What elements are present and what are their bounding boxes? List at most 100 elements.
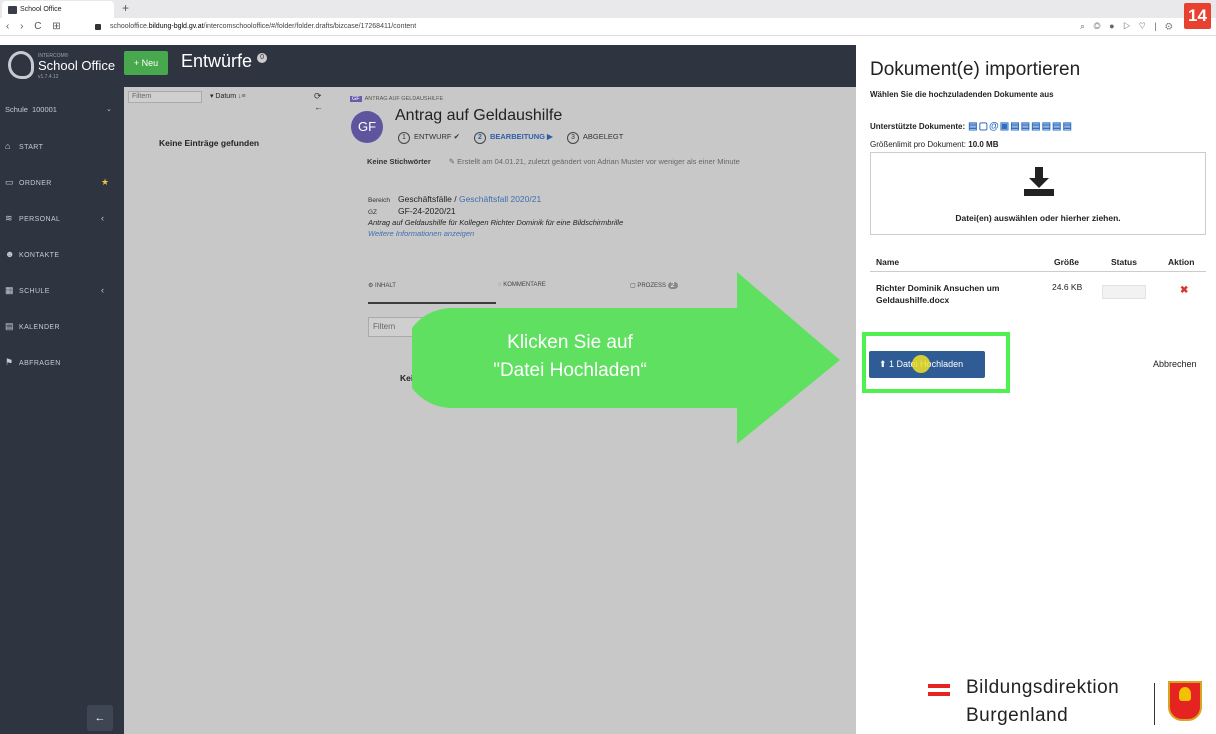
document-meta: Keine Stichwörter ✎ Erstellt am 04.01.21,… — [367, 157, 740, 166]
bereich-label: Bereich — [368, 197, 391, 204]
document-fields: Bereich Geschäftsfälle / Geschäftsfall 20… — [368, 194, 623, 240]
col-status: Status — [1111, 257, 1137, 267]
new-button[interactable]: + Neu — [124, 51, 168, 75]
workflow-steps: 1 ENTWURF ✔ 2 BEARBEITUNG ▶ 3 ABGELEGT — [398, 132, 635, 144]
import-panel: Dokument(e) importieren Wählen Sie die h… — [856, 45, 1216, 734]
lock-icon — [95, 24, 101, 30]
chevron-down-icon: ⌄ — [106, 106, 112, 113]
intercom-logo-icon — [8, 51, 34, 79]
sidebar-item-label: Kontakte — [19, 252, 60, 259]
browser-nav-buttons[interactable]: ‹ › C ⊞ — [6, 21, 65, 32]
step-bearbeitung[interactable]: 2 BEARBEITUNG ▶ — [473, 132, 553, 144]
draft-list-pane: Filtern ▾ Datum ↓≡ ⟳ ← Keine Einträge ge… — [124, 87, 342, 734]
step-abgelegt[interactable]: 3 ABGELEGT — [566, 132, 624, 144]
personal-icon: ≋ — [5, 213, 13, 223]
type-label: Antrag auf Geldaushilfe — [364, 96, 444, 102]
callout-line-2: "Datei Hochladen“ — [493, 360, 647, 381]
step-number: 1 — [398, 132, 410, 144]
col-name: Name — [876, 257, 900, 267]
step-label: ABGELEGT — [582, 132, 624, 141]
browser-tab[interactable]: School Office — [2, 1, 114, 18]
austria-flag-stripe — [928, 692, 950, 696]
more-info-link[interactable]: Weitere Informationen anzeigen — [368, 229, 623, 238]
supported-documents: Unterstützte Dokumente: ▤▢@▣▤▤▤▤▤▤ — [870, 121, 1073, 132]
star-icon: ★ — [101, 177, 110, 187]
chevron-left-icon: ‹ — [101, 213, 105, 223]
panel-title: Dokument(e) importieren — [870, 59, 1081, 80]
sidebar-item-kontakte[interactable]: ☻ Kontakte — [5, 249, 59, 259]
remove-file-icon[interactable]: ✖ — [1180, 285, 1188, 296]
sidebar-item-personal[interactable]: ≋ Personal ‹ — [5, 213, 104, 224]
step-label: BEARBEITUNG ▶ — [489, 132, 553, 141]
sidebar-item-label: Schule — [19, 288, 50, 295]
sidebar-item-start[interactable]: ⌂ Start — [5, 141, 43, 151]
step-entwurf[interactable]: 1 ENTWURF ✔ — [398, 132, 460, 144]
cursor-highlight — [912, 355, 930, 373]
app-sidebar: INTERCOM® School Office v1.7.4.12 Schule… — [0, 45, 124, 734]
step-number: 2 — [473, 132, 486, 144]
supported-label: Unterstützte Dokumente: — [870, 122, 966, 131]
brand-version: v1.7.4.12 — [38, 74, 59, 80]
edit-icon[interactable]: ✎ — [449, 157, 457, 166]
sort-order-icon[interactable]: ↓≡ — [238, 93, 246, 100]
page-title: Entwürfe 0 — [181, 51, 268, 72]
document-title: Antrag auf Geldaushilfe — [395, 107, 563, 124]
document-type-tag: GF Antrag auf Geldaushilfe — [350, 96, 443, 102]
logo-separator — [1154, 683, 1155, 725]
sidebar-item-kalender[interactable]: ▤ Kalender — [5, 321, 60, 332]
sidebar-item-label: Ordner — [19, 180, 52, 187]
callout-line-1: Klicken Sie auf — [507, 332, 633, 353]
list-toolbar: Filtern ▾ Datum ↓≡ ⟳ ← — [128, 91, 323, 112]
cancel-button[interactable]: Abbrechen — [1153, 359, 1197, 369]
sidebar-item-schule[interactable]: ▦ Schule ‹ — [5, 285, 104, 296]
folder-icon: ▭ — [5, 177, 14, 187]
sidebar-item-label: Start — [19, 144, 44, 151]
sidebar-item-label: Personal — [19, 216, 61, 223]
empty-list-message: Keine Einträge gefunden — [159, 138, 260, 148]
app-brand[interactable]: INTERCOM® School Office v1.7.4.12 — [8, 51, 118, 81]
bildungsdirektion-logo: Bildungsdirektion Burgenland — [928, 677, 1216, 733]
sidebar-item-label: Abfragen — [19, 360, 61, 367]
austria-flag-icon — [928, 684, 950, 688]
list-filter-input[interactable]: Filtern — [128, 91, 202, 103]
contacts-icon: ☻ — [5, 249, 15, 259]
extension-icons[interactable]: ⌕ ◎ ● ▷ ♡ | ⚙ — [1080, 21, 1175, 32]
bereich-link[interactable]: Geschäftsfall 2020/21 — [459, 194, 541, 204]
col-action: Aktion — [1168, 257, 1195, 267]
step-label: ENTWURF ✔ — [414, 132, 460, 141]
tab-inhalt[interactable]: ⚙ Inhalt — [368, 282, 396, 289]
url-field[interactable]: schooloffice.bildung-bgld.gv.at/intercom… — [110, 23, 416, 30]
panel-subtitle: Wählen Sie die hochzuladenden Dokumente … — [870, 90, 1054, 99]
size-limit: Größenlimit pro Dokument: 10.0 MB — [870, 140, 999, 149]
table-divider — [870, 271, 1206, 272]
sidebar-item-label: Kalender — [19, 324, 60, 331]
file-type-icons: ▤▢@▣▤▤▤▤▤▤ — [968, 121, 1073, 132]
file-size: 24.6 KB — [1052, 282, 1083, 292]
school-label: Schule — [5, 105, 28, 114]
size-limit-value: 10.0 MB — [968, 140, 999, 149]
sort-date-dropdown[interactable]: ▾ Datum — [210, 93, 236, 100]
size-limit-label: Größenlimit pro Dokument: — [870, 140, 967, 149]
list-actions[interactable]: ⟳ ← — [314, 91, 323, 112]
tab-label: Inhalt — [375, 283, 396, 289]
count-badge: 0 — [257, 53, 268, 63]
type-badge: GF — [350, 96, 362, 102]
school-icon: ▦ — [5, 285, 14, 295]
created-info: Erstellt am 04.01.21, zuletzt geändert v… — [457, 157, 740, 166]
home-icon: ⌂ — [5, 141, 11, 151]
new-tab-button[interactable]: + — [122, 1, 129, 15]
brand-name: School Office — [38, 58, 116, 73]
dropzone-text: Datei(en) auswählen oder hierher ziehen. — [955, 213, 1121, 223]
sidebar-item-abfragen[interactable]: ⚑ Abfragen — [5, 357, 61, 368]
file-dropzone[interactable]: Datei(en) auswählen oder hierher ziehen. — [870, 152, 1206, 235]
gz-label: GZ — [368, 209, 378, 216]
callout-text: Klicken Sie auf "Datei Hochladen“ — [434, 329, 706, 385]
logo-line-2: Burgenland — [966, 705, 1069, 726]
school-selector[interactable]: Schule 100001 ⌄ — [5, 105, 112, 114]
binoculars-icon: ⚑ — [5, 357, 14, 367]
page-title-text: Entwürfe — [181, 51, 253, 71]
collapse-sidebar-button[interactable]: ← — [87, 705, 113, 731]
document-description: Antrag auf Geldaushilfe für Kollegen Ric… — [368, 218, 624, 227]
sidebar-item-ordner[interactable]: ▭ Ordner ★ — [5, 177, 109, 188]
app-header: + Neu Entwürfe 0 — [124, 45, 856, 87]
